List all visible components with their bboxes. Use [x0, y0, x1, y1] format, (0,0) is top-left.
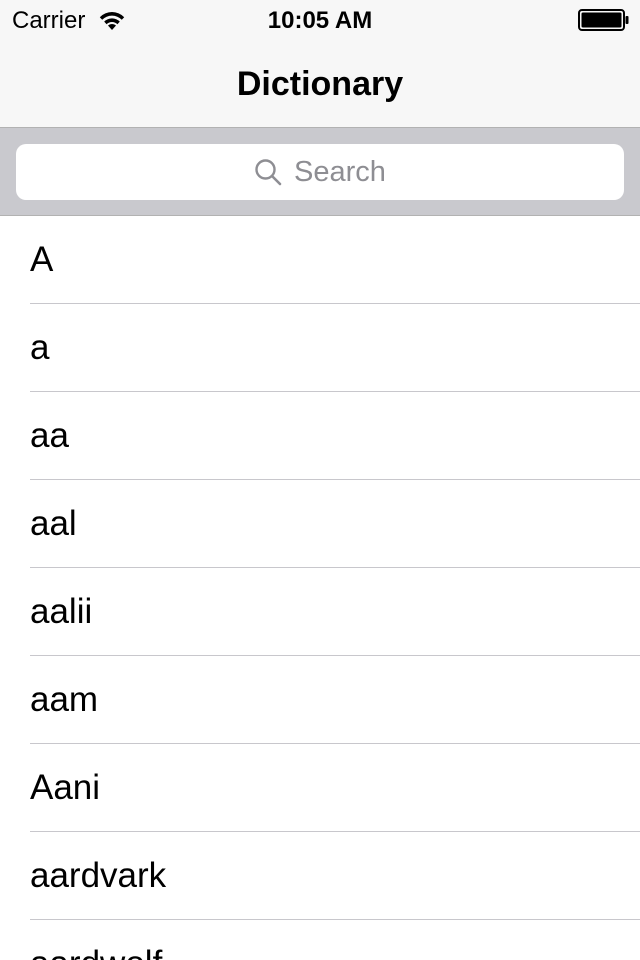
list-item-label: aardvark — [30, 856, 167, 895]
list-item[interactable]: aal — [0, 480, 640, 568]
search-icon — [254, 158, 282, 186]
list-item-label: A — [30, 240, 54, 279]
list-item-label: Aani — [30, 768, 101, 807]
list-item-label: a — [30, 328, 50, 367]
list-item[interactable]: aardwolf — [0, 920, 640, 960]
top-bars: Carrier 10:05 AM Dictionary — [0, 0, 640, 128]
list-item-label: aa — [30, 416, 69, 455]
list-item[interactable]: aam — [0, 656, 640, 744]
list-item-label: aardwolf — [30, 920, 162, 960]
list-item-label: aalii — [30, 592, 93, 631]
page-title: Dictionary — [236, 65, 404, 103]
list-item[interactable]: aardvark — [0, 832, 640, 920]
navigation-bar: Dictionary — [0, 40, 640, 128]
screen: Carrier 10:05 AM Dictionary Search A a a… — [0, 0, 640, 960]
word-list: A a aa aal aalii aam Aani aardvark — [0, 216, 640, 960]
list-item[interactable]: aalii — [0, 568, 640, 656]
list-item-label: aal — [30, 504, 77, 543]
status-bar: Carrier 10:05 AM — [0, 0, 640, 40]
list-item[interactable]: A — [0, 216, 640, 304]
list-item-label: aam — [30, 680, 99, 719]
status-time: 10:05 AM — [267, 7, 373, 34]
list-item[interactable]: a — [0, 304, 640, 392]
battery-full-icon — [578, 9, 630, 31]
search-input[interactable]: Search — [16, 144, 624, 200]
search-placeholder: Search — [294, 156, 386, 188]
list-item[interactable]: Aani — [0, 744, 640, 832]
search-bar: Search — [0, 128, 640, 216]
list-item[interactable]: aa — [0, 392, 640, 480]
